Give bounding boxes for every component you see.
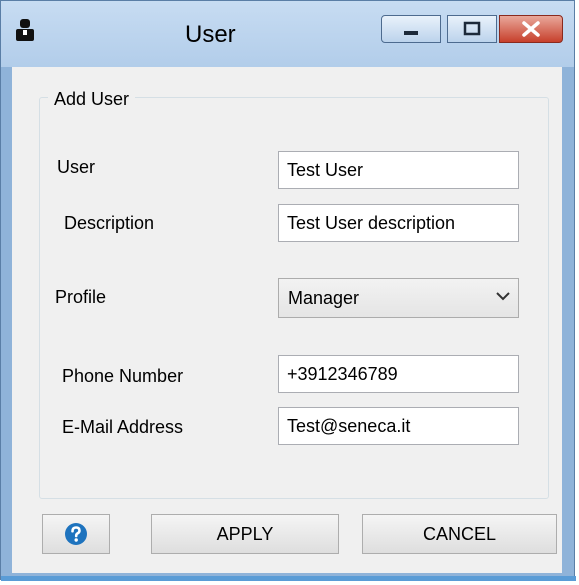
user-icon (16, 19, 34, 41)
description-input[interactable] (278, 204, 519, 242)
description-label: Description (64, 213, 155, 233)
help-button[interactable] (42, 514, 110, 554)
minimize-button[interactable] (381, 15, 441, 43)
window-bottom-border (1, 576, 576, 581)
user-input[interactable] (278, 151, 519, 189)
profile-label: Profile (55, 287, 107, 307)
email-label: E-Mail Address (62, 417, 184, 437)
cancel-button[interactable]: CANCEL (362, 514, 557, 554)
apply-button[interactable]: APPLY (151, 514, 339, 554)
profile-dropdown[interactable]: Manager (278, 278, 519, 318)
minimize-icon (404, 31, 418, 35)
phone-number-input[interactable] (278, 355, 519, 393)
title-bar[interactable]: User (1, 1, 574, 67)
help-icon (65, 523, 87, 545)
close-button[interactable] (499, 15, 563, 43)
email-input[interactable] (278, 407, 519, 445)
phone-number-label: Phone Number (62, 366, 184, 386)
window-title: User (185, 21, 236, 48)
user-label: User (57, 157, 96, 177)
user-dialog-window: User Add User User Description Profile M… (0, 0, 576, 581)
dialog-body: Add User User Description Profile Manage… (12, 67, 562, 573)
maximize-icon (463, 21, 481, 36)
chevron-down-icon (496, 292, 510, 301)
maximize-button[interactable] (447, 15, 497, 43)
profile-selected-value: Manager (288, 288, 360, 308)
close-icon (522, 21, 540, 37)
groupbox-legend: Add User (48, 89, 136, 110)
